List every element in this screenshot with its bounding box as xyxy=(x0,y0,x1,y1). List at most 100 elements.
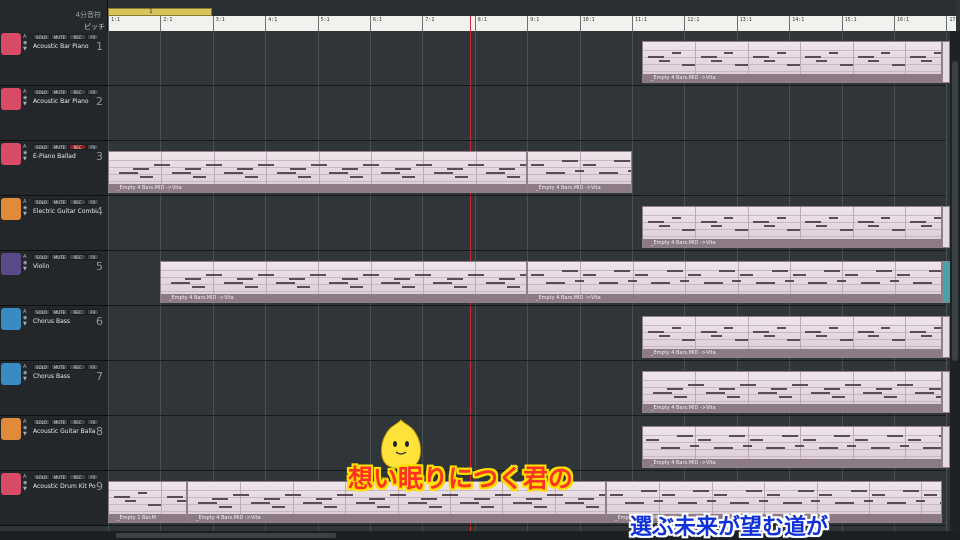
midi-note[interactable] xyxy=(688,384,704,386)
midi-note[interactable] xyxy=(486,172,505,174)
midi-note[interactable] xyxy=(628,170,631,172)
midi-note[interactable] xyxy=(678,502,697,504)
track-name[interactable]: Electric Guitar Combi xyxy=(33,208,97,215)
midi-note[interactable] xyxy=(783,502,802,504)
midi-note[interactable] xyxy=(819,447,838,449)
midi-note[interactable] xyxy=(756,282,775,284)
midi-note[interactable] xyxy=(858,221,874,223)
midi-note[interactable] xyxy=(402,286,415,288)
midi-note[interactable] xyxy=(356,502,375,504)
midi-note[interactable] xyxy=(298,176,311,178)
midi-note[interactable] xyxy=(499,168,515,170)
loop-range-bar[interactable]: 1 xyxy=(108,8,212,16)
midi-note[interactable] xyxy=(667,270,683,272)
midi-note[interactable] xyxy=(272,506,285,508)
midi-note[interactable] xyxy=(746,490,762,492)
midi-note[interactable] xyxy=(198,502,217,504)
midi-note[interactable] xyxy=(172,172,191,174)
midi-note[interactable] xyxy=(578,498,594,500)
midi-note[interactable] xyxy=(840,64,853,66)
midi-note[interactable] xyxy=(329,282,348,284)
midi-note[interactable] xyxy=(724,217,733,219)
midi-note[interactable] xyxy=(868,225,879,227)
midi-note[interactable] xyxy=(881,327,890,329)
midi-note[interactable] xyxy=(682,229,695,231)
midi-note[interactable] xyxy=(667,388,683,390)
midi-note[interactable] xyxy=(916,500,925,502)
midi-note[interactable] xyxy=(910,331,926,333)
track-mini-icons[interactable]: A ◉ ▼ xyxy=(23,89,27,107)
solo-button[interactable]: SOLO xyxy=(33,89,50,95)
solo-button[interactable]: SOLO xyxy=(33,364,50,370)
midi-note[interactable] xyxy=(714,447,733,449)
track-header[interactable]: A ◉ ▼ SOLO MUTE REC FX Chorus Bass 7 xyxy=(0,361,108,416)
midi-note[interactable] xyxy=(701,221,717,223)
midi-note[interactable] xyxy=(513,502,532,504)
vertical-scroll-thumb[interactable] xyxy=(952,61,958,361)
midi-note[interactable] xyxy=(851,490,867,492)
midi-note[interactable] xyxy=(772,270,788,272)
midi-note[interactable] xyxy=(224,172,243,174)
mute-button[interactable]: MUTE xyxy=(51,144,68,150)
midi-note[interactable] xyxy=(546,172,565,174)
midi-note[interactable] xyxy=(913,282,932,284)
midi-clip[interactable]: _Empty 4 Bars.MID ->Vita xyxy=(108,151,527,193)
midi-note[interactable] xyxy=(690,445,699,447)
midi-note[interactable] xyxy=(342,168,358,170)
midi-note[interactable] xyxy=(910,56,926,58)
singer-avatar-icon[interactable] xyxy=(1,198,21,220)
midi-note[interactable] xyxy=(289,278,305,280)
midi-note[interactable] xyxy=(819,494,832,496)
track-mini-icons[interactable]: A ◉ ▼ xyxy=(23,254,27,272)
midi-note[interactable] xyxy=(447,168,463,170)
singer-avatar-icon[interactable] xyxy=(1,143,21,165)
track-name[interactable]: Chorus Bass xyxy=(33,318,70,325)
midi-note[interactable] xyxy=(363,164,379,166)
midi-note[interactable] xyxy=(903,490,919,492)
midi-note[interactable] xyxy=(811,392,830,394)
midi-note[interactable] xyxy=(661,447,680,449)
midi-note[interactable] xyxy=(753,331,769,333)
midi-note[interactable] xyxy=(342,278,358,280)
solo-button[interactable]: SOLO xyxy=(33,474,50,480)
midi-note[interactable] xyxy=(140,176,153,178)
midi-note[interactable] xyxy=(672,327,681,329)
midi-note[interactable] xyxy=(251,502,270,504)
track-name[interactable]: Acoustic Bar Piano xyxy=(33,98,89,105)
midi-note[interactable] xyxy=(753,221,769,223)
midi-note[interactable] xyxy=(892,229,905,231)
ruler-ticks[interactable]: 1:1 2:1 3:1 4:1 5:1 6:1 7:1 8:1 9:1 10:1 11:1 12:1 1… xyxy=(108,16,960,31)
rec-button[interactable]: REC xyxy=(69,309,86,315)
midi-note[interactable] xyxy=(897,384,913,386)
midi-note[interactable] xyxy=(237,168,253,170)
singer-avatar-icon[interactable] xyxy=(1,308,21,330)
midi-note[interactable] xyxy=(486,282,505,284)
midi-note[interactable] xyxy=(114,496,130,498)
midi-clip[interactable]: _Empty 4 Bars.MID ->Vita xyxy=(160,261,527,303)
midi-note[interactable] xyxy=(277,172,296,174)
midi-note[interactable] xyxy=(177,500,186,502)
rec-button[interactable]: REC xyxy=(69,199,86,205)
rec-button[interactable]: REC xyxy=(69,34,86,40)
midi-note[interactable] xyxy=(586,506,599,508)
rec-button[interactable]: REC xyxy=(69,254,86,260)
mute-button[interactable]: MUTE xyxy=(51,199,68,205)
midi-note[interactable] xyxy=(635,274,648,276)
midi-note[interactable] xyxy=(562,160,578,162)
track-header[interactable]: A ◉ ▼ SOLO MUTE REC FX Violin 5 xyxy=(0,251,108,306)
midi-note[interactable] xyxy=(628,280,637,282)
midi-note[interactable] xyxy=(845,384,861,386)
singer-avatar-icon[interactable] xyxy=(1,88,21,110)
midi-note[interactable] xyxy=(212,498,228,500)
midi-note[interactable] xyxy=(840,229,853,231)
midi-note[interactable] xyxy=(659,335,670,337)
midi-note[interactable] xyxy=(682,339,695,341)
midi-note[interactable] xyxy=(672,52,681,54)
midi-note[interactable] xyxy=(764,60,775,62)
midi-note[interactable] xyxy=(934,327,941,329)
midi-clip[interactable]: _Empty 4 Bars.MID ->Vita xyxy=(527,261,942,303)
midi-note[interactable] xyxy=(363,274,379,276)
midi-note[interactable] xyxy=(468,164,484,166)
midi-note[interactable] xyxy=(350,176,363,178)
midi-note[interactable] xyxy=(805,56,821,58)
